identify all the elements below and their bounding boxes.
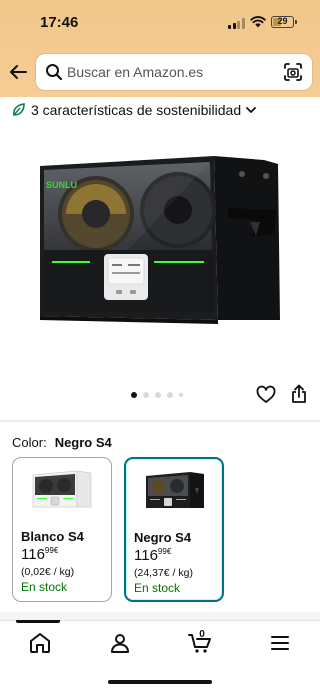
section-divider — [0, 612, 320, 620]
leaf-icon — [13, 103, 25, 116]
search-input[interactable]: Buscar en Amazon.es — [67, 64, 203, 80]
carousel-dot[interactable] — [131, 392, 137, 398]
color-option-negro[interactable]: Negro S4 11699€ (24,37€ / kg) En stock — [124, 457, 224, 602]
option-unit-price: (24,37€ / kg) — [134, 567, 193, 579]
product-thumbnail — [32, 470, 92, 508]
color-option-blanco[interactable]: Blanco S4 11699€ (0,02€ / kg) En stock — [12, 457, 112, 602]
brand-logo: SUNLU — [46, 180, 77, 190]
heart-icon[interactable] — [256, 385, 276, 405]
price-fraction: 99 — [44, 546, 54, 555]
battery-level: 29 — [277, 16, 288, 26]
status-time: 17:46 — [40, 14, 79, 31]
option-price: 11699€ — [134, 547, 171, 564]
carousel-dot[interactable] — [167, 392, 173, 398]
price-currency: € — [53, 546, 59, 555]
carousel-dot[interactable] — [179, 393, 183, 397]
menu-icon[interactable] — [268, 631, 292, 655]
carousel-dot[interactable] — [155, 392, 161, 398]
selected-color: Negro S4 — [54, 435, 112, 450]
option-price: 11699€ — [21, 546, 58, 563]
option-stock-status: En stock — [21, 580, 68, 594]
price-whole: 116 — [134, 547, 158, 564]
section-divider — [0, 420, 320, 422]
price-fraction: 99 — [157, 547, 167, 556]
wifi-icon — [250, 16, 266, 28]
sustainability-features-link[interactable]: 3 características de sostenibilidad — [12, 101, 257, 119]
status-bar: 17:46 29 — [0, 0, 320, 48]
product-thumbnail — [146, 472, 204, 508]
option-unit-price: (0,02€ / kg) — [21, 566, 75, 578]
camera-scan-icon[interactable] — [283, 62, 303, 82]
cart-count-badge: 0 — [199, 629, 205, 640]
chevron-down-icon — [246, 107, 257, 113]
active-tab-indicator — [16, 620, 60, 623]
battery-nub — [295, 20, 297, 24]
search-bar[interactable]: Buscar en Amazon.es — [36, 54, 312, 90]
product-image[interactable]: SUNLU — [38, 124, 282, 360]
carousel-dot[interactable] — [143, 392, 149, 398]
image-carousel-dots[interactable] — [131, 391, 183, 399]
home-icon[interactable] — [28, 631, 52, 655]
option-name: Blanco S4 — [21, 529, 84, 544]
color-label: Color: — [12, 435, 47, 450]
home-indicator — [108, 680, 212, 684]
back-arrow-icon[interactable] — [8, 62, 28, 82]
color-selector-label: Color: Negro S4 — [12, 435, 112, 450]
option-stock-status: En stock — [134, 581, 181, 595]
cellular-signal-icon — [228, 18, 245, 29]
sustainability-text: 3 características de sostenibilidad — [31, 102, 242, 118]
account-icon[interactable] — [108, 631, 132, 655]
price-whole: 116 — [21, 546, 45, 563]
battery-icon: 29 — [271, 16, 294, 28]
option-name: Negro S4 — [134, 530, 192, 545]
share-icon[interactable] — [290, 384, 308, 404]
search-icon — [46, 64, 63, 81]
price-currency: € — [166, 547, 172, 556]
